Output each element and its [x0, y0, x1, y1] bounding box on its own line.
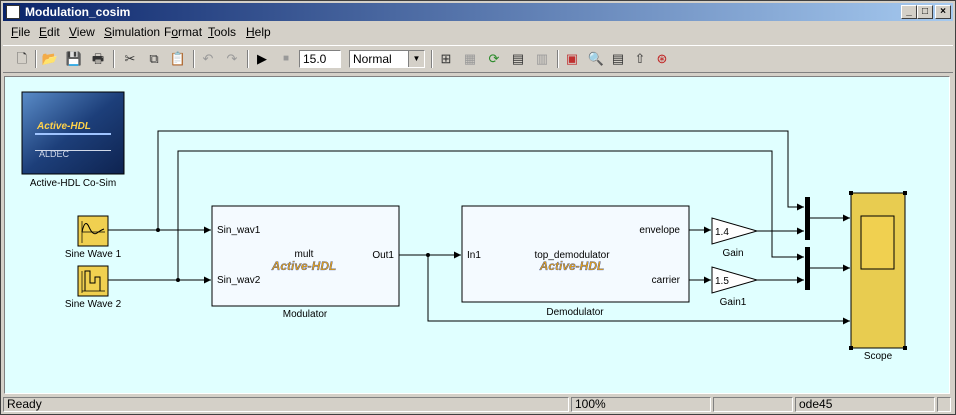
- zoom-level: 100%: [571, 397, 711, 412]
- sine-wave-1-block[interactable]: [77, 215, 109, 247]
- simulink-window: Modulation_cosim _ □ × File Edit View Si…: [0, 0, 956, 415]
- modulator-port-out1: Out1: [372, 250, 394, 261]
- save-icon[interactable]: 💾: [65, 50, 83, 68]
- build-icon[interactable]: ▦: [461, 50, 479, 68]
- menu-simulation[interactable]: Simulation: [104, 25, 160, 39]
- model-explorer-icon[interactable]: ▥: [533, 50, 551, 68]
- menu-edit[interactable]: Edit: [39, 25, 60, 39]
- gain-block[interactable]: 1.4: [711, 217, 759, 245]
- menu-tools[interactable]: Tools: [208, 25, 236, 39]
- browser-icon[interactable]: 🔍: [587, 50, 605, 68]
- library-browser-icon[interactable]: ▤: [509, 50, 527, 68]
- minimize-button[interactable]: _: [901, 5, 917, 19]
- menu-help[interactable]: Help: [246, 25, 271, 39]
- gain-value: 1.4: [715, 227, 729, 238]
- print-icon[interactable]: 🖶: [89, 50, 107, 68]
- gain1-value: 1.5: [715, 276, 729, 287]
- cosim-logo-text: Active-HDL: [36, 121, 91, 132]
- gain1-label: Gain1: [720, 297, 747, 308]
- modulator-port-sin-wav2: Sin_wav2: [217, 275, 261, 286]
- solver-name: ode45: [795, 397, 935, 412]
- simulation-mode-select[interactable]: Normal ▼: [349, 50, 425, 68]
- modulator-active-hdl-logo: Active-HDL: [271, 259, 337, 273]
- refresh-icon[interactable]: ⟳: [485, 50, 503, 68]
- mux-1-block[interactable]: [805, 197, 810, 240]
- menu-format[interactable]: Format: [164, 25, 202, 39]
- stop-time-input[interactable]: 15.0: [299, 50, 341, 68]
- modulator-port-sin-wav1: Sin_wav1: [217, 225, 261, 236]
- start-simulation-icon[interactable]: ▶: [253, 50, 271, 68]
- scope-label: Scope: [864, 351, 893, 362]
- update-diagram-icon[interactable]: ⊞: [437, 50, 455, 68]
- sine-wave-2-label: Sine Wave 2: [65, 299, 122, 310]
- cut-icon[interactable]: ✂: [121, 50, 139, 68]
- copy-icon[interactable]: ⧉: [145, 50, 163, 68]
- demodulator-label: Demodulator: [546, 307, 604, 318]
- open-folder-icon[interactable]: 📂: [41, 50, 59, 68]
- activex-icon[interactable]: ⊛: [653, 50, 671, 68]
- status-bar: Ready 100% ode45: [3, 396, 953, 414]
- menu-view[interactable]: View: [69, 25, 95, 39]
- model-canvas[interactable]: Active-HDL ALDEC Active-HDL Co-Sim Sine …: [4, 76, 950, 394]
- sine-wave-1-label: Sine Wave 1: [65, 249, 122, 260]
- status-cell-empty: [713, 397, 793, 412]
- demodulator-block[interactable]: In1 envelope carrier top_demodulator Act…: [461, 205, 690, 303]
- debugger-icon[interactable]: ▣: [563, 50, 581, 68]
- gain-label: Gain: [722, 248, 743, 259]
- cosim-block-label: Active-HDL Co-Sim: [30, 178, 116, 189]
- menu-bar: File Edit View Simulation Format Tools H…: [3, 23, 953, 42]
- demodulator-port-in1: In1: [467, 250, 481, 261]
- stop-simulation-icon[interactable]: ■: [277, 50, 295, 68]
- resize-grip-icon[interactable]: [937, 397, 951, 412]
- window-title: Modulation_cosim: [25, 5, 131, 19]
- mux-2-block[interactable]: [805, 247, 810, 290]
- simulation-mode-value: Normal: [353, 52, 392, 66]
- close-button[interactable]: ×: [935, 5, 951, 19]
- sine-wave-2-block[interactable]: [77, 265, 109, 297]
- scope-block[interactable]: [849, 191, 907, 350]
- cosim-block[interactable]: Active-HDL ALDEC: [21, 91, 125, 175]
- properties-icon[interactable]: ▤: [609, 50, 627, 68]
- status-text: Ready: [3, 397, 569, 412]
- undo-icon[interactable]: ↶: [199, 50, 217, 68]
- maximize-button[interactable]: □: [917, 5, 933, 19]
- demodulator-active-hdl-logo: Active-HDL: [539, 259, 605, 273]
- modulator-label: Modulator: [283, 309, 328, 320]
- demodulator-port-envelope: envelope: [639, 225, 680, 236]
- toolbar: 🗋 📂 💾 🖶 ✂ ⧉ 📋 ↶ ↷ ▶ ■ 15.0 Normal ▼ ⊞ ▦ …: [3, 45, 953, 73]
- gain1-block[interactable]: 1.5: [711, 266, 759, 294]
- demodulator-port-carrier: carrier: [652, 275, 681, 286]
- paste-icon[interactable]: 📋: [169, 50, 187, 68]
- simulink-app-icon: [6, 5, 20, 19]
- modulator-block[interactable]: Sin_wav1 Sin_wav2 Out1 mult Active-HDL: [211, 205, 400, 307]
- chevron-down-icon: ▼: [408, 51, 424, 67]
- block-diagram: Active-HDL ALDEC Active-HDL Co-Sim Sine …: [21, 91, 907, 362]
- new-model-icon[interactable]: 🗋: [13, 50, 31, 68]
- redo-icon[interactable]: ↷: [223, 50, 241, 68]
- title-bar[interactable]: Modulation_cosim _ □ ×: [3, 3, 953, 21]
- go-to-parent-icon[interactable]: ⇧: [631, 50, 649, 68]
- menu-file[interactable]: File: [11, 25, 30, 39]
